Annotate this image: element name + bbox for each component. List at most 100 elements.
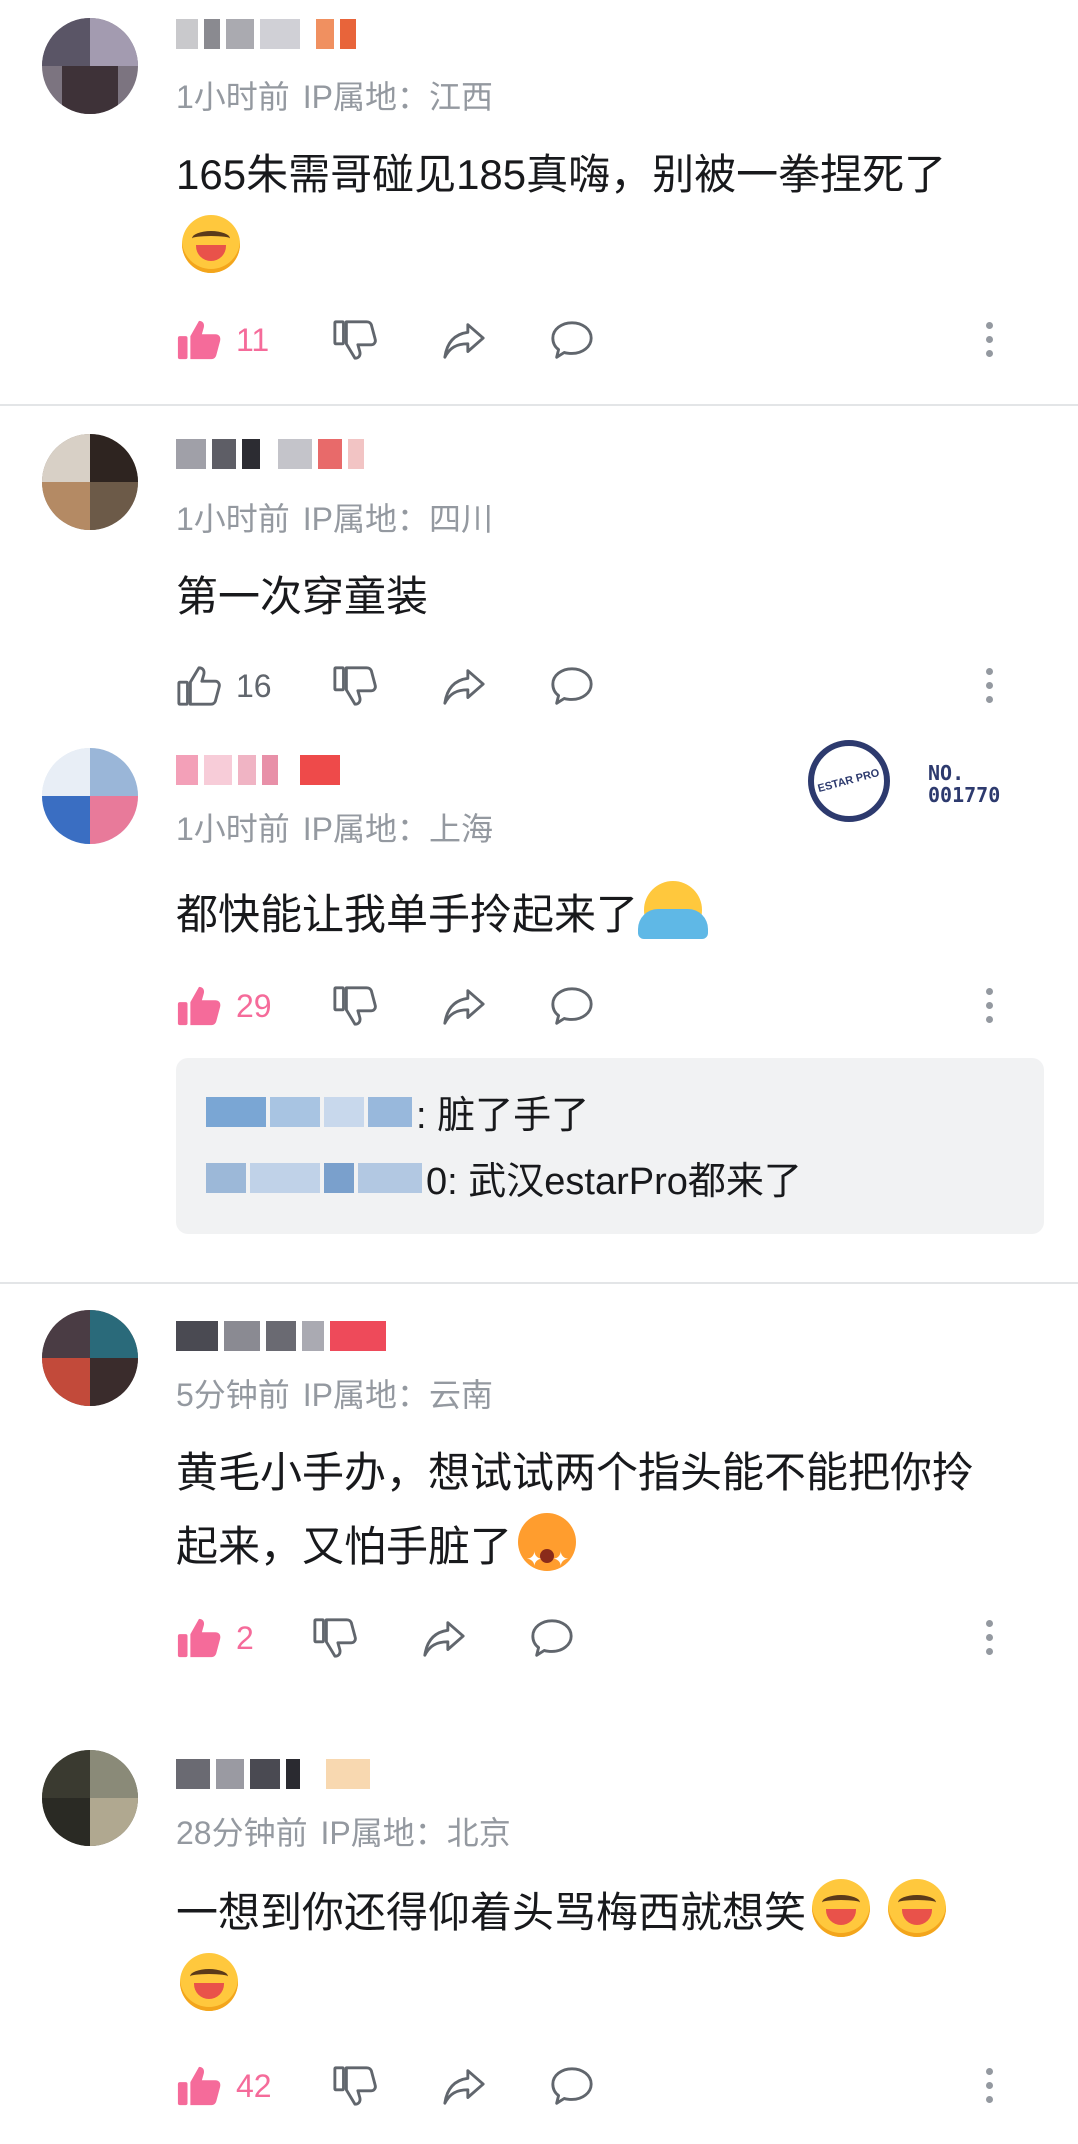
comment-actions: 2 (176, 1610, 1036, 1666)
comment-actions: 16 (176, 658, 1036, 714)
share-icon (440, 2063, 488, 2109)
share-icon (440, 983, 488, 1029)
reply-icon (548, 2063, 596, 2109)
ip-location: IP属地：江西 (302, 79, 493, 115)
laugh-emoji (182, 215, 240, 273)
thumbs-up-icon (176, 317, 222, 363)
dislike-button[interactable] (312, 1610, 358, 1666)
comment-time: 1小时前 (176, 811, 290, 847)
thumbs-up-icon (176, 1615, 222, 1661)
thumbs-down-icon (332, 317, 378, 363)
comment-meta: 1小时前 IP属地：江西 (176, 72, 493, 118)
comment-meta: 1小时前 IP属地：上海 (176, 804, 493, 850)
reply-icon (548, 663, 596, 709)
laugh-emoji (812, 1879, 871, 1937)
comment-text: 都快能让我单手拎起来了 (176, 878, 1036, 952)
reply-icon (548, 317, 596, 363)
ip-location: IP属地：云南 (302, 1377, 493, 1413)
avatar[interactable] (42, 434, 138, 530)
thumbs-down-icon (332, 663, 378, 709)
reply-button[interactable] (548, 658, 596, 714)
ip-location: IP属地：四川 (302, 501, 493, 537)
avatar[interactable] (42, 748, 138, 844)
reply-button[interactable] (548, 312, 596, 368)
like-count: 16 (236, 667, 272, 704)
ip-location: IP属地：北京 (320, 1815, 511, 1851)
comment-text: 一想到你还得仰着头骂梅西就想笑 (176, 1876, 1036, 2024)
share-icon (440, 663, 488, 709)
share-icon (420, 1615, 468, 1661)
thumbs-down-icon (332, 2063, 378, 2109)
reply-button[interactable] (548, 2058, 596, 2114)
share-icon (440, 317, 488, 363)
reply-preview-box[interactable]: : 脏了手了 0: 武汉estarPro都来了 (176, 1058, 1044, 1234)
comment-meta: 5分钟前 IP属地：云南 (176, 1370, 493, 1416)
fan-badge-icon[interactable]: ESTAR PRO (808, 740, 890, 822)
like-count: 29 (236, 987, 272, 1024)
comment-meta: 28分钟前 IP属地：北京 (176, 1808, 511, 1854)
like-button[interactable]: 16 (176, 658, 272, 714)
more-icon[interactable] (986, 2068, 994, 2110)
more-icon[interactable] (986, 1620, 994, 1662)
comment-actions: 29 (176, 978, 1036, 1034)
comment-time: 5分钟前 (176, 1377, 290, 1413)
ip-location: IP属地：上海 (302, 811, 493, 847)
share-button[interactable] (440, 978, 488, 1034)
laugh-emoji (180, 1953, 238, 2011)
divider (0, 1282, 1078, 1284)
username-pixelated[interactable] (176, 750, 340, 790)
laugh-emoji (888, 1879, 947, 1937)
username-pixelated[interactable] (176, 1316, 386, 1356)
thumbs-down-icon (332, 983, 378, 1029)
share-button[interactable] (440, 312, 488, 368)
reply-icon (548, 983, 596, 1029)
like-button[interactable]: 11 (176, 312, 269, 368)
reply-username-pixelated[interactable] (206, 1162, 422, 1193)
like-button[interactable]: 2 (176, 1610, 254, 1666)
comment-actions: 11 (176, 312, 1036, 368)
comment-text: 黄毛小手办，想试试两个指头能不能把你拎 起来，又怕手脏了 (176, 1436, 1036, 1597)
shrug-emoji (638, 881, 709, 939)
more-icon[interactable] (986, 322, 994, 364)
comment-time: 1小时前 (176, 79, 290, 115)
dislike-button[interactable] (332, 2058, 378, 2114)
divider (0, 404, 1078, 406)
share-button[interactable] (440, 2058, 488, 2114)
avatar[interactable] (42, 1310, 138, 1406)
fan-badge-number: NO. 001770 (928, 761, 1001, 807)
thumbs-up-icon (176, 2063, 222, 2109)
dislike-button[interactable] (332, 978, 378, 1034)
reply-username-pixelated[interactable] (206, 1096, 412, 1127)
dislike-button[interactable] (332, 658, 378, 714)
starstruck-emoji (518, 1513, 577, 1597)
avatar[interactable] (42, 18, 138, 114)
share-button[interactable] (440, 658, 488, 714)
like-count: 2 (236, 1619, 254, 1656)
username-pixelated[interactable] (176, 14, 356, 54)
avatar[interactable] (42, 1750, 138, 1846)
comment-time: 28分钟前 (176, 1815, 308, 1851)
comment-actions: 42 (176, 2058, 1036, 2114)
dislike-button[interactable] (332, 312, 378, 368)
comment-time: 1小时前 (176, 501, 290, 537)
comment-meta: 1小时前 IP属地：四川 (176, 494, 493, 540)
like-button[interactable]: 42 (176, 2058, 272, 2114)
thumbs-up-icon (176, 663, 222, 709)
like-button[interactable]: 29 (176, 978, 272, 1034)
like-count: 42 (236, 2067, 272, 2104)
thumbs-up-icon (176, 983, 222, 1029)
username-pixelated[interactable] (176, 1754, 370, 1794)
like-count: 11 (236, 321, 270, 358)
more-icon[interactable] (986, 988, 994, 1030)
share-button[interactable] (420, 1610, 468, 1666)
reply-item[interactable]: 0: 武汉estarPro都来了 (206, 1150, 802, 1205)
thumbs-down-icon (312, 1615, 358, 1661)
more-icon[interactable] (986, 668, 994, 710)
username-pixelated[interactable] (176, 434, 364, 474)
comment-text: 165朱需哥碰见185真嗨，别被一拳捏死了 (176, 138, 1036, 286)
reply-icon (528, 1615, 576, 1661)
reply-item[interactable]: : 脏了手了 (206, 1084, 589, 1139)
comment-text: 第一次穿童装 (176, 573, 429, 620)
reply-button[interactable] (548, 978, 596, 1034)
reply-button[interactable] (528, 1610, 576, 1666)
